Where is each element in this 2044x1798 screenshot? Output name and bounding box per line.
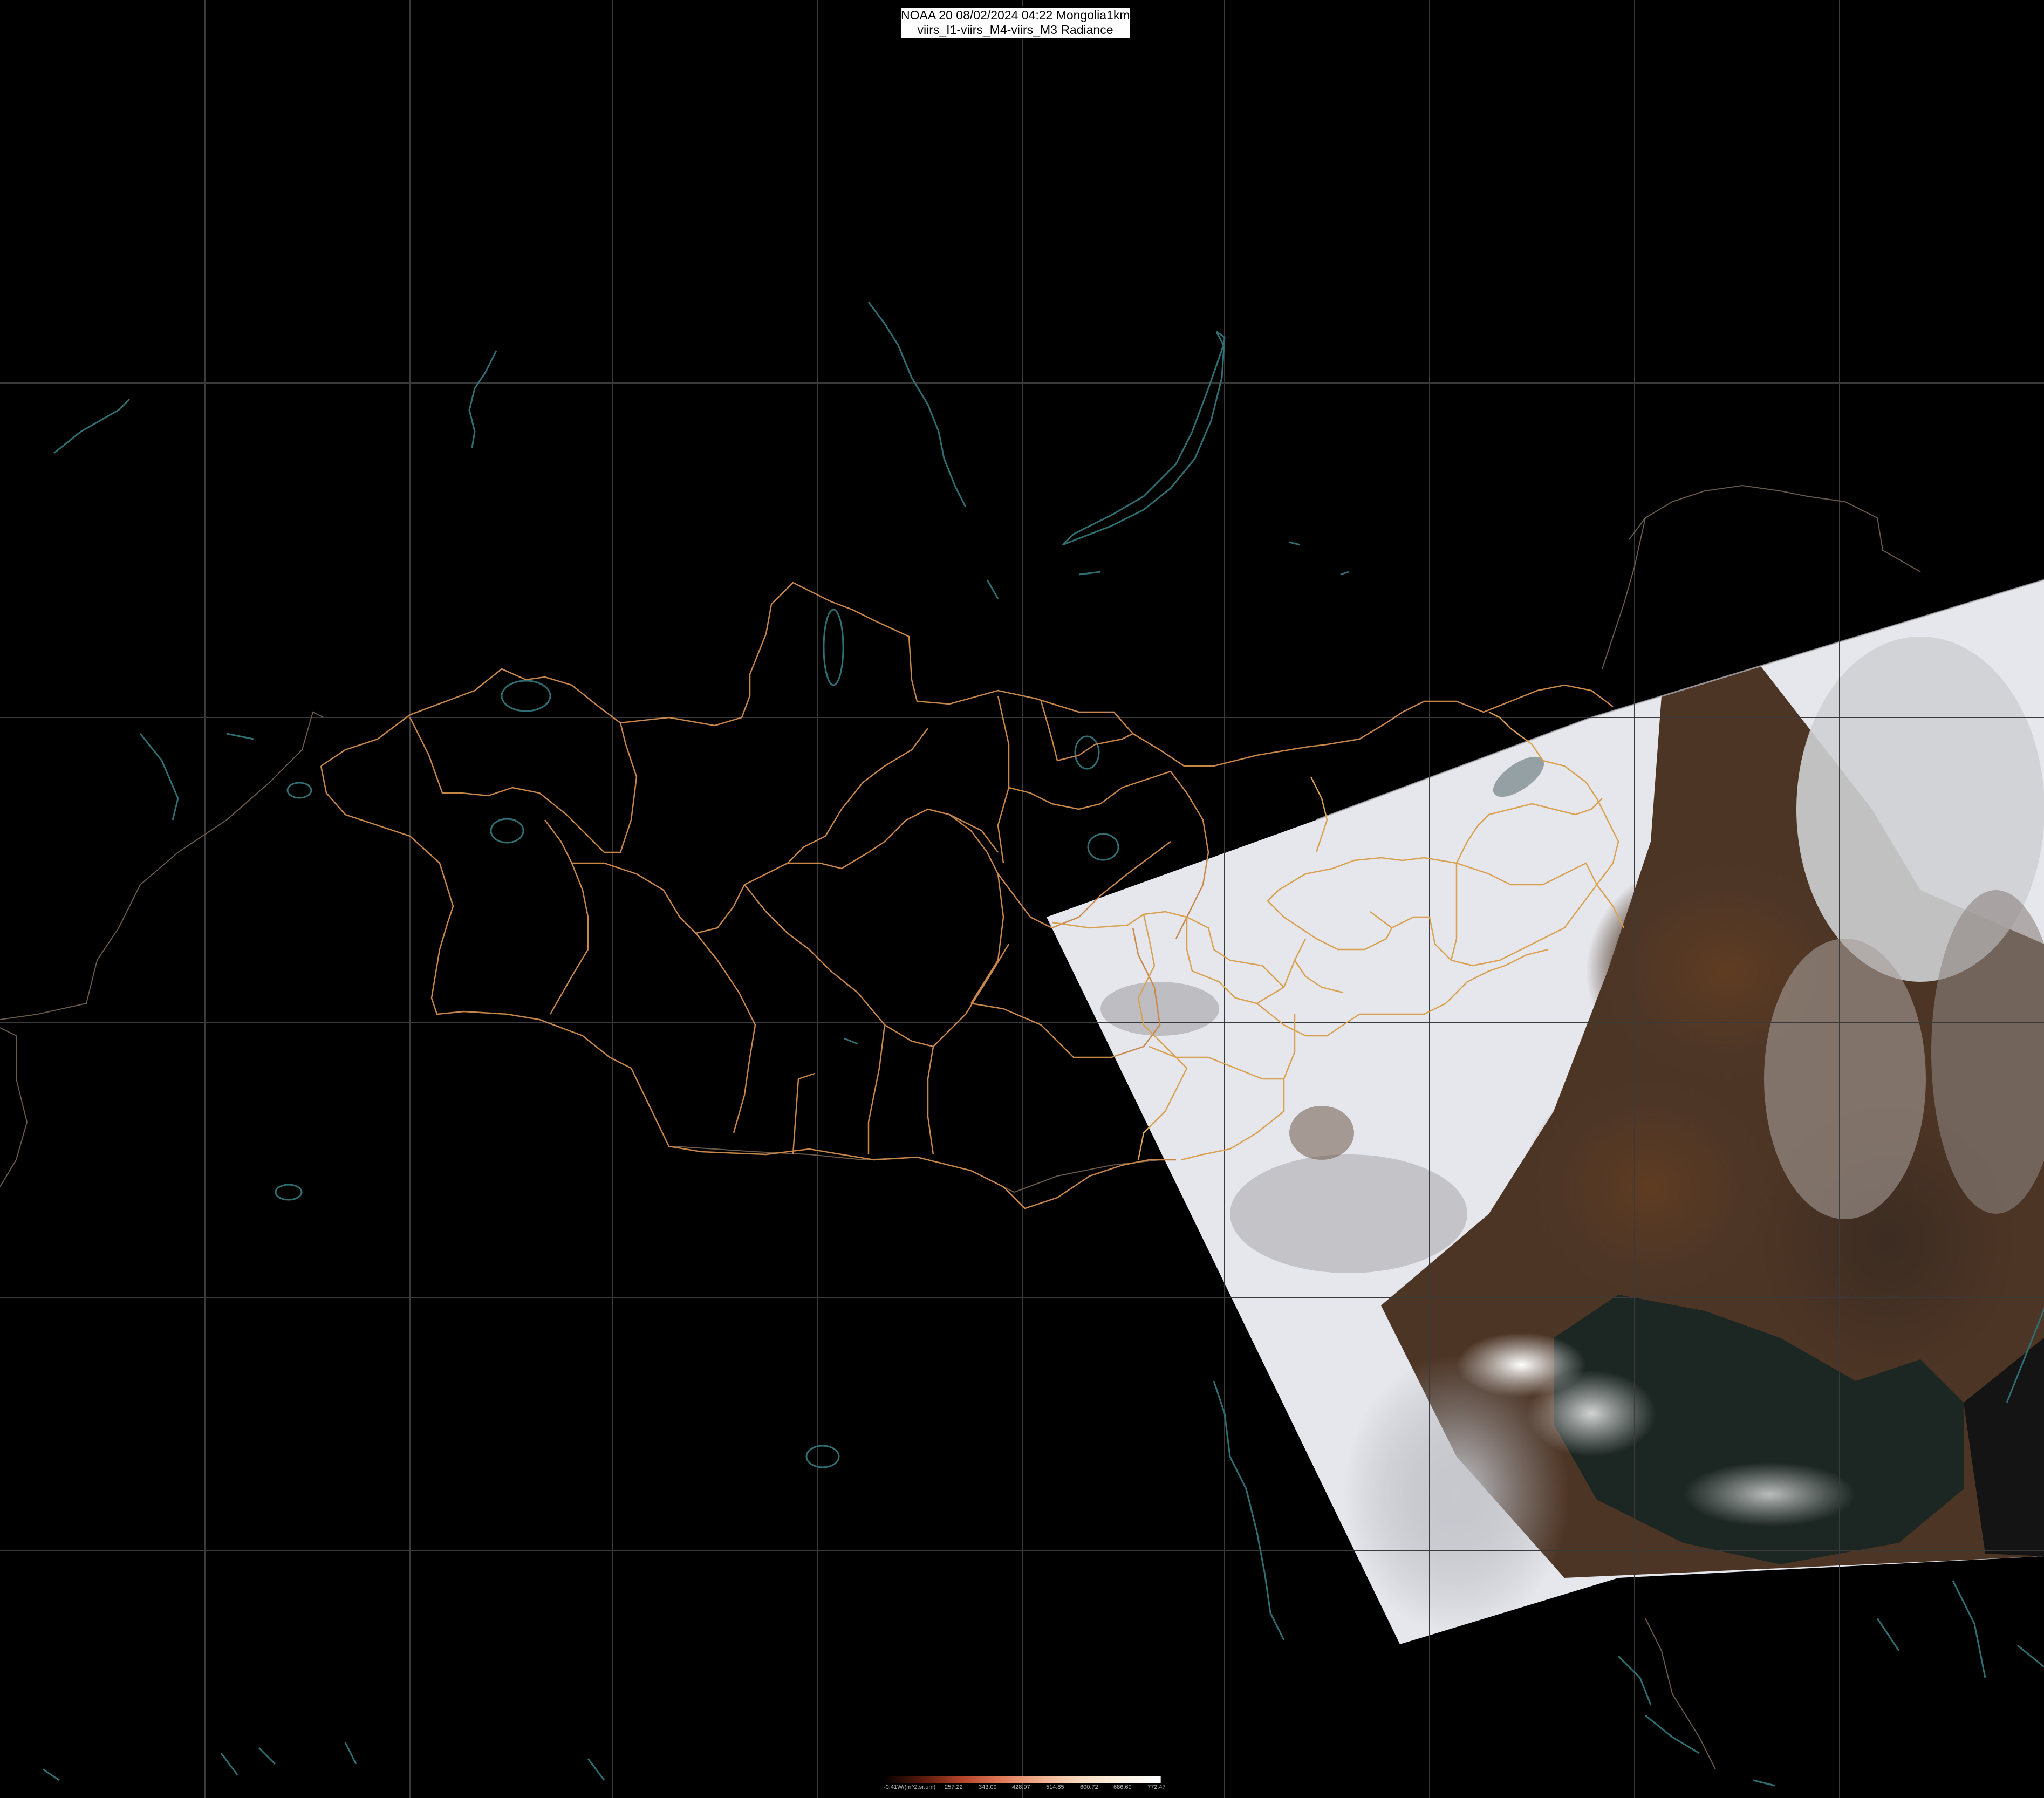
colorbar-tick-label: -0.41W/(m^2.sr.um) xyxy=(884,1784,936,1790)
colorbar-tick-label: 343.09 xyxy=(979,1784,997,1790)
colorbar-gradient xyxy=(883,1776,1161,1783)
colorbar-tick-label: 428.97 xyxy=(1012,1784,1030,1790)
map-title-line2: viirs_I1-viirs_M4-viirs_M3 Radiance xyxy=(917,23,1113,37)
colorbar-tick-label: 772.47 xyxy=(1147,1784,1166,1790)
lake-khovsgol xyxy=(823,609,844,686)
river-north xyxy=(867,302,967,508)
mongolia-outline xyxy=(320,582,1614,767)
colorbar-labels: -0.41W/(m^2.sr.um) 257.22 343.09 428.97 514.… xyxy=(883,1784,1166,1793)
colorbar-tick-label: 600.72 xyxy=(1080,1784,1098,1790)
lake-baikal xyxy=(1062,331,1226,546)
map-title: NOAA 20 08/02/2024 04:22 Mongolia1km vii… xyxy=(900,6,1131,39)
colorbar-tick-label: 257.22 xyxy=(945,1784,963,1790)
map-canvas xyxy=(0,0,2044,1798)
lake-uvs xyxy=(501,680,551,712)
colorbar-tick-label: 686.60 xyxy=(1113,1784,1132,1790)
colorbar: -0.41W/(m^2.sr.um) 257.22 343.09 428.97 514.… xyxy=(883,1776,1166,1794)
colorbar-tick-label: 514.85 xyxy=(1046,1784,1064,1790)
satellite-swath xyxy=(1047,579,2044,1644)
map-title-line1: NOAA 20 08/02/2024 04:22 Mongolia1km xyxy=(901,8,1130,22)
